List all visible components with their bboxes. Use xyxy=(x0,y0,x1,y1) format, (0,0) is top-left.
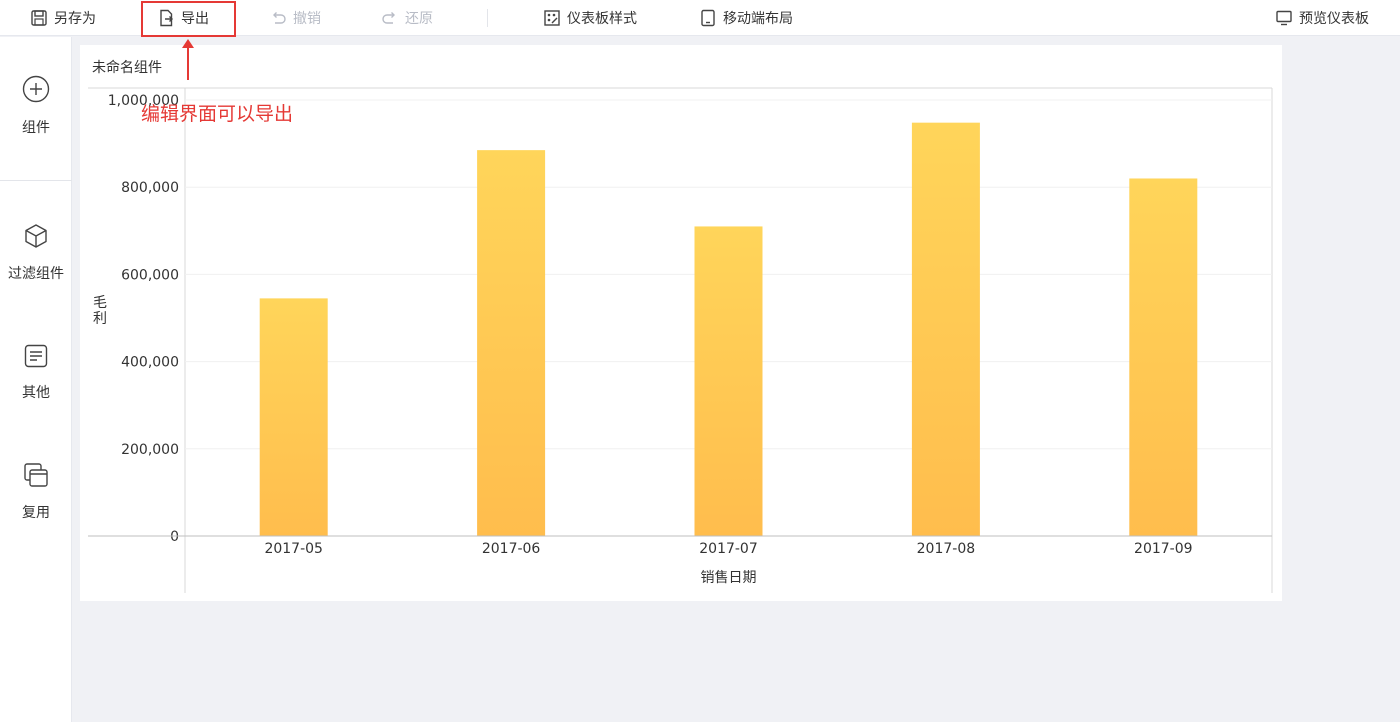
sidebar-item-label: 其他 xyxy=(22,385,50,401)
bar-2017-06[interactable] xyxy=(477,150,546,536)
x-tick-label: 2017-06 xyxy=(482,541,541,557)
sidebar-item-label: 组件 xyxy=(22,120,50,136)
bar-2017-08[interactable] xyxy=(911,122,980,536)
annotation-text: 编辑界面可以导出 xyxy=(141,103,294,125)
preview-dashboard-button[interactable]: 预览仪表板 xyxy=(1275,0,1369,36)
x-tick-label: 2017-05 xyxy=(264,541,323,557)
x-tick-label: 2017-08 xyxy=(917,541,976,557)
x-tick-label: 2017-09 xyxy=(1134,541,1193,557)
dashboard-style-label: 仪表板样式 xyxy=(567,11,637,27)
preview-label: 预览仪表板 xyxy=(1299,11,1369,27)
export-button[interactable]: 导出 xyxy=(157,0,209,36)
save-as-button[interactable]: 另存为 xyxy=(30,0,96,36)
document-icon xyxy=(24,344,48,368)
mobile-layout-button[interactable]: 移动端布局 xyxy=(699,0,793,36)
monitor-icon xyxy=(1276,10,1292,26)
plus-circle-icon xyxy=(22,75,50,103)
y-tick-label: 600,000 xyxy=(121,267,179,283)
sidebar-item-components[interactable]: 组件 xyxy=(0,75,72,137)
bar-2017-07[interactable] xyxy=(694,226,763,536)
y-tick-label: 200,000 xyxy=(121,442,179,458)
tablet-icon xyxy=(701,9,715,27)
sidebar-item-label: 过滤组件 xyxy=(8,266,64,282)
bar-2017-05[interactable] xyxy=(259,298,328,536)
sidebar-item-label: 复用 xyxy=(22,505,50,521)
sidebar-item-other[interactable]: 其他 xyxy=(0,344,72,402)
undo-label: 撤销 xyxy=(293,11,321,27)
toolbar-divider xyxy=(487,9,488,27)
sidebar-divider xyxy=(0,180,72,181)
bar-chart: 0200,000400,000600,000800,0001,000,00020… xyxy=(88,87,1273,593)
export-icon xyxy=(160,9,173,27)
save-as-label: 另存为 xyxy=(54,11,96,27)
undo-button[interactable]: 撤销 xyxy=(269,0,321,36)
y-axis-title: 毛利 xyxy=(93,295,107,327)
undo-icon xyxy=(273,12,286,24)
dashboard-style-button[interactable]: 仪表板样式 xyxy=(543,0,637,36)
redo-icon xyxy=(382,12,395,24)
palette-icon xyxy=(544,10,560,26)
redo-label: 还原 xyxy=(405,11,433,27)
chart-widget[interactable]: 未命名组件 0 200,000 400,000 600,000 800,000 1,000… xyxy=(80,45,1282,601)
x-tick-label: 2017-07 xyxy=(699,541,758,557)
save-icon xyxy=(31,10,47,26)
y-tick-label: 400,000 xyxy=(121,355,179,371)
component-sidebar: 组件 过滤组件 其他 复用 xyxy=(0,37,72,722)
bar-2017-09[interactable] xyxy=(1129,178,1198,537)
y-tick-label: 800,000 xyxy=(121,180,179,196)
cube-icon xyxy=(25,224,47,248)
sidebar-item-filter-components[interactable]: 过滤组件 xyxy=(0,223,72,283)
mobile-layout-label: 移动端布局 xyxy=(723,11,793,27)
redo-button[interactable]: 还原 xyxy=(381,0,433,36)
sidebar-item-reuse[interactable]: 复用 xyxy=(0,462,72,522)
toolbar: 另存为 导出 撤销 还原 仪表板样式 移动端布局 预览仪表板 xyxy=(0,0,1400,36)
export-label: 导出 xyxy=(181,11,209,27)
x-axis-title: 销售日期 xyxy=(701,570,757,586)
copy-icon xyxy=(24,463,48,487)
y-tick-label: 0 xyxy=(170,529,179,545)
annotation-arrow-icon xyxy=(182,39,194,80)
